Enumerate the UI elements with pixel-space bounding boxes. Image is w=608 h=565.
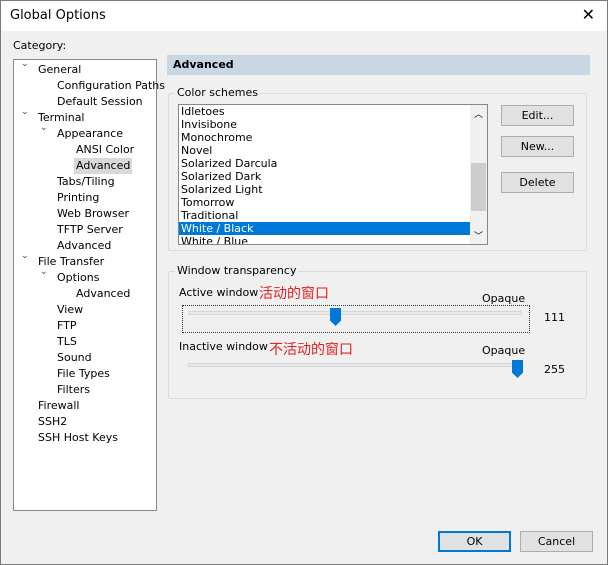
- inactive-slider-thumb[interactable]: [512, 360, 523, 378]
- tree-item[interactable]: Advanced: [74, 286, 132, 302]
- tree-item[interactable]: SSH2: [36, 414, 69, 430]
- list-item[interactable]: Solarized Dark: [179, 170, 487, 183]
- panel-header: Advanced: [167, 55, 590, 75]
- tree-item[interactable]: Firewall: [36, 398, 81, 414]
- tree-item[interactable]: View: [55, 302, 85, 318]
- active-window-slider[interactable]: [182, 305, 530, 333]
- active-window-annotation: 活动的窗口: [259, 286, 329, 302]
- tree-item[interactable]: TLS: [55, 334, 79, 350]
- list-item[interactable]: Idletoes: [179, 105, 487, 118]
- chevron-down-icon[interactable]: ⌄: [40, 267, 48, 277]
- tree-item[interactable]: TFTP Server: [55, 222, 125, 238]
- active-value: 111: [544, 311, 565, 324]
- list-item[interactable]: White / Black: [179, 222, 487, 235]
- inactive-opaque-label: Opaque: [482, 344, 526, 357]
- inactive-window-annotation: 不活动的窗口: [269, 342, 353, 358]
- list-item[interactable]: Tomorrow: [179, 196, 487, 209]
- tree-item[interactable]: General: [36, 62, 83, 78]
- tree-item[interactable]: Printing: [55, 190, 101, 206]
- list-item[interactable]: White / Blue: [179, 235, 487, 244]
- tree-item[interactable]: Sound: [55, 350, 94, 366]
- tree-item[interactable]: SSH Host Keys: [36, 430, 120, 446]
- scroll-down-icon[interactable]: ﹀: [474, 229, 483, 242]
- new-button[interactable]: New...: [501, 136, 574, 157]
- active-window-label: Active window: [179, 286, 259, 299]
- window-title: Global Options: [10, 8, 106, 23]
- inactive-window-slider[interactable]: [182, 358, 530, 386]
- tree-item[interactable]: Appearance: [55, 126, 125, 142]
- color-schemes-label: Color schemes: [175, 86, 260, 99]
- cancel-button[interactable]: Cancel: [520, 531, 593, 552]
- tree-item[interactable]: Default Session: [55, 94, 145, 110]
- title-bar: Global Options ✕: [1, 1, 607, 31]
- category-tree[interactable]: ⌄ General Configuration Paths Default Sessi…: [13, 59, 165, 511]
- list-scrollbar[interactable]: ︿ ﹀: [470, 105, 487, 244]
- tree-item[interactable]: Configuration Paths: [55, 78, 167, 94]
- scroll-up-icon[interactable]: ︿: [474, 107, 483, 120]
- tree-item[interactable]: Options: [55, 270, 101, 286]
- inactive-window-label: Inactive window: [179, 340, 268, 353]
- category-label: Category:: [13, 39, 67, 52]
- scrollbar-thumb[interactable]: [471, 163, 486, 211]
- active-slider-thumb[interactable]: [330, 308, 342, 326]
- list-item[interactable]: Traditional: [179, 209, 487, 222]
- tree-item[interactable]: FTP: [55, 318, 79, 334]
- list-item[interactable]: Solarized Darcula: [179, 157, 487, 170]
- transparency-label: Window transparency: [175, 264, 299, 277]
- list-item[interactable]: Solarized Light: [179, 183, 487, 196]
- delete-button[interactable]: Delete: [501, 172, 574, 193]
- color-scheme-list[interactable]: Idletoes Invisibone Monochrome Novel Solariz…: [178, 104, 488, 245]
- list-item[interactable]: Novel: [179, 144, 487, 157]
- tree-item[interactable]: File Types: [55, 366, 112, 382]
- tree-item[interactable]: Advanced: [74, 158, 133, 174]
- ok-button[interactable]: OK: [438, 531, 511, 552]
- chevron-down-icon[interactable]: ⌄: [21, 251, 29, 261]
- close-icon[interactable]: ✕: [582, 5, 595, 24]
- tree-item[interactable]: Tabs/Tiling: [55, 174, 117, 190]
- tree-item[interactable]: Filters: [55, 382, 92, 398]
- chevron-down-icon[interactable]: ⌄: [21, 59, 29, 69]
- inactive-value: 255: [544, 363, 565, 376]
- tree-item[interactable]: Advanced: [55, 238, 113, 254]
- edit-button[interactable]: Edit...: [501, 105, 574, 126]
- tree-item[interactable]: Web Browser: [55, 206, 131, 222]
- active-opaque-label: Opaque: [482, 292, 526, 305]
- list-item[interactable]: Invisibone: [179, 118, 487, 131]
- list-item[interactable]: Monochrome: [179, 131, 487, 144]
- chevron-down-icon[interactable]: ⌄: [21, 107, 29, 117]
- chevron-down-icon[interactable]: ⌄: [40, 123, 48, 133]
- tree-item[interactable]: ANSI Color: [74, 142, 136, 158]
